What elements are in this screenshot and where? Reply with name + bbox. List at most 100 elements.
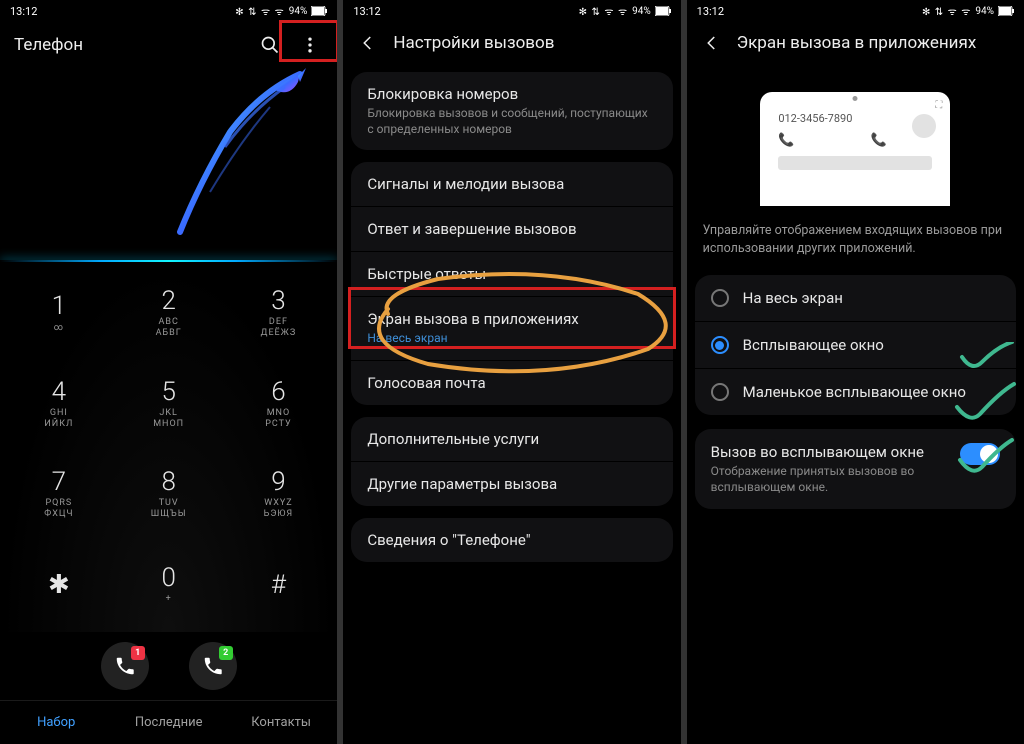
radio-popup[interactable]: Всплывающее окно bbox=[695, 321, 1016, 368]
radio-group: На весь экран Всплывающее окно Маленькое… bbox=[695, 275, 1016, 415]
battery-text: 94% bbox=[289, 6, 308, 17]
preview-message-bar bbox=[778, 156, 932, 170]
settings-title: Настройки вызовов bbox=[393, 33, 554, 53]
battery-text: 94% bbox=[632, 6, 651, 17]
status-right: ✻ ⇅ ᯤ ᯤ 94% bbox=[235, 4, 327, 18]
key-1[interactable]: 1∞ bbox=[4, 268, 114, 359]
phone-screen-call-settings: 13:12 ✻ ⇅ ᯤ ᯤ 94% Настройки вызовов Блок… bbox=[343, 0, 680, 744]
toggle-keep-popup[interactable]: Вызов во всплывающем окне Отображение пр… bbox=[695, 429, 1016, 509]
row-answer-end[interactable]: Ответ и завершение вызовов bbox=[351, 206, 672, 251]
settings-header: Настройки вызовов bbox=[343, 22, 680, 62]
status-time: 13:12 bbox=[10, 5, 37, 18]
feather-decoration bbox=[0, 62, 337, 262]
search-icon[interactable] bbox=[257, 32, 283, 58]
status-icons: ✻ ⇅ ᯤ ᯤ bbox=[235, 4, 284, 18]
preview-avatar bbox=[912, 114, 936, 138]
row-call-display-apps[interactable]: Экран вызова в приложениях На весь экран bbox=[351, 296, 672, 360]
status-bar: 13:12 ✻ ⇅ ᯤ ᯤ 94% bbox=[687, 0, 1024, 22]
tab-dial[interactable]: Набор bbox=[0, 701, 112, 744]
battery-icon bbox=[655, 6, 671, 16]
row-other-call-settings[interactable]: Другие параметры вызова bbox=[351, 461, 672, 506]
call-sim2-button[interactable]: 2 bbox=[189, 642, 237, 690]
glow-divider bbox=[0, 260, 337, 262]
phone-screen-dialer: 13:12 ✻ ⇅ ᯤ ᯤ 94% Телефон bbox=[0, 0, 337, 744]
screen3-body: ⛶ 012-3456-7890 📞 📞 Управляйте отображен… bbox=[687, 62, 1024, 744]
battery-icon bbox=[311, 6, 327, 16]
settings-header: Экран вызова в приложениях bbox=[687, 22, 1024, 62]
status-right: ✻ ⇅ ᯤ ᯤ 94% bbox=[579, 4, 671, 18]
preview-illustration: ⛶ 012-3456-7890 📞 📞 bbox=[760, 92, 950, 206]
radio-label: На весь экран bbox=[743, 289, 843, 307]
phone-screen-call-display: 13:12 ✻ ⇅ ᯤ ᯤ 94% Экран вызова в приложе… bbox=[687, 0, 1024, 744]
sim1-badge: 1 bbox=[131, 646, 145, 660]
tab-recent[interactable]: Последние bbox=[112, 701, 224, 744]
status-right: ✻ ⇅ ᯤ ᯤ 94% bbox=[922, 4, 1014, 18]
key-9[interactable]: 9WXYZЬЭЮЯ bbox=[224, 449, 334, 540]
radio-label: Маленькое всплывающее окно bbox=[743, 383, 966, 401]
settings-group-about: Сведения о "Телефоне" bbox=[351, 518, 672, 562]
toggle-text: Вызов во всплывающем окне Отображение пр… bbox=[711, 443, 931, 495]
row-voicemail[interactable]: Голосовая почта bbox=[351, 360, 672, 405]
status-icons: ✻ ⇅ ᯤ ᯤ bbox=[922, 4, 971, 18]
battery-text: 94% bbox=[975, 6, 994, 17]
call-sim1-button[interactable]: 1 bbox=[101, 642, 149, 690]
key-6[interactable]: 6MNOРСТУ bbox=[224, 359, 334, 450]
row-title: Блокировка номеров bbox=[367, 85, 656, 103]
row-subtitle: Блокировка вызовов и сообщений, поступаю… bbox=[367, 106, 656, 137]
switch-on[interactable] bbox=[960, 443, 1000, 465]
row-ringtones[interactable]: Сигналы и мелодии вызова bbox=[351, 162, 672, 206]
key-7[interactable]: 7PQRSФХЦЧ bbox=[4, 449, 114, 540]
app-title: Телефон bbox=[14, 35, 83, 55]
bottom-tabs: Набор Последние Контакты bbox=[0, 700, 337, 744]
radio-label: Всплывающее окно bbox=[743, 336, 884, 354]
wallpaper-area bbox=[0, 62, 337, 262]
status-bar: 13:12 ✻ ⇅ ᯤ ᯤ 94% bbox=[343, 0, 680, 22]
row-title: Сигналы и мелодии вызова bbox=[367, 175, 656, 193]
key-hash[interactable]: # bbox=[224, 540, 334, 631]
settings-group-main: Сигналы и мелодии вызова Ответ и заверше… bbox=[351, 162, 672, 405]
preview-decline-icon: 📞 bbox=[871, 133, 887, 148]
radio-icon bbox=[711, 383, 729, 401]
row-supplementary[interactable]: Дополнительные услуги bbox=[351, 417, 672, 461]
battery-icon bbox=[998, 6, 1014, 16]
toggle-title: Вызов во всплывающем окне bbox=[711, 443, 931, 461]
row-title: Сведения о "Телефоне" bbox=[367, 531, 656, 549]
key-5[interactable]: 5JKLМНОП bbox=[114, 359, 224, 450]
back-icon[interactable] bbox=[357, 32, 379, 54]
dialpad: 1∞ 2ABCАБВГ 3DEFДЕЁЖЗ 4GHIИЙКЛ 5JKLМНОП … bbox=[0, 262, 337, 632]
radio-mini-popup[interactable]: Маленькое всплывающее окно bbox=[695, 368, 1016, 415]
radio-fullscreen[interactable]: На весь экран bbox=[695, 275, 1016, 321]
call-button-row: 1 2 bbox=[0, 632, 337, 700]
app-header: Телефон bbox=[0, 22, 337, 62]
preview-call-icons: 📞 📞 bbox=[778, 133, 932, 148]
settings-group-extra: Дополнительные услуги Другие параметры в… bbox=[351, 417, 672, 506]
row-block-numbers[interactable]: Блокировка номеров Блокировка вызовов и … bbox=[351, 72, 672, 150]
row-title: Другие параметры вызова bbox=[367, 475, 656, 493]
header-actions bbox=[257, 32, 323, 58]
back-icon[interactable] bbox=[701, 32, 723, 54]
row-title: Дополнительные услуги bbox=[367, 430, 656, 448]
description-text: Управляйте отображением входящих вызовов… bbox=[687, 222, 1024, 265]
radio-icon bbox=[711, 289, 729, 307]
row-about-phone[interactable]: Сведения о "Телефоне" bbox=[351, 518, 672, 562]
key-3[interactable]: 3DEFДЕЁЖЗ bbox=[224, 268, 334, 359]
status-icons: ✻ ⇅ ᯤ ᯤ bbox=[579, 4, 628, 18]
tab-contacts[interactable]: Контакты bbox=[225, 701, 337, 744]
key-8[interactable]: 8TUVШЩЪЫ bbox=[114, 449, 224, 540]
more-icon[interactable] bbox=[297, 32, 323, 58]
radio-icon bbox=[711, 336, 729, 354]
toggle-subtitle: Отображение принятых вызовов во всплываю… bbox=[711, 464, 931, 495]
row-title: Голосовая почта bbox=[367, 374, 656, 392]
key-4[interactable]: 4GHIИЙКЛ bbox=[4, 359, 114, 450]
key-star[interactable]: ✱ bbox=[4, 540, 114, 631]
sim2-badge: 2 bbox=[219, 646, 233, 660]
page-title: Экран вызова в приложениях bbox=[737, 33, 977, 53]
status-time: 13:12 bbox=[697, 5, 724, 18]
key-2[interactable]: 2ABCАБВГ bbox=[114, 268, 224, 359]
expand-icon: ⛶ bbox=[935, 100, 942, 111]
row-quick-replies[interactable]: Быстрые ответы bbox=[351, 251, 672, 296]
preview-notch bbox=[853, 96, 858, 101]
key-0[interactable]: 0+ bbox=[114, 540, 224, 631]
row-title: Быстрые ответы bbox=[367, 265, 656, 283]
row-title: Ответ и завершение вызовов bbox=[367, 220, 656, 238]
